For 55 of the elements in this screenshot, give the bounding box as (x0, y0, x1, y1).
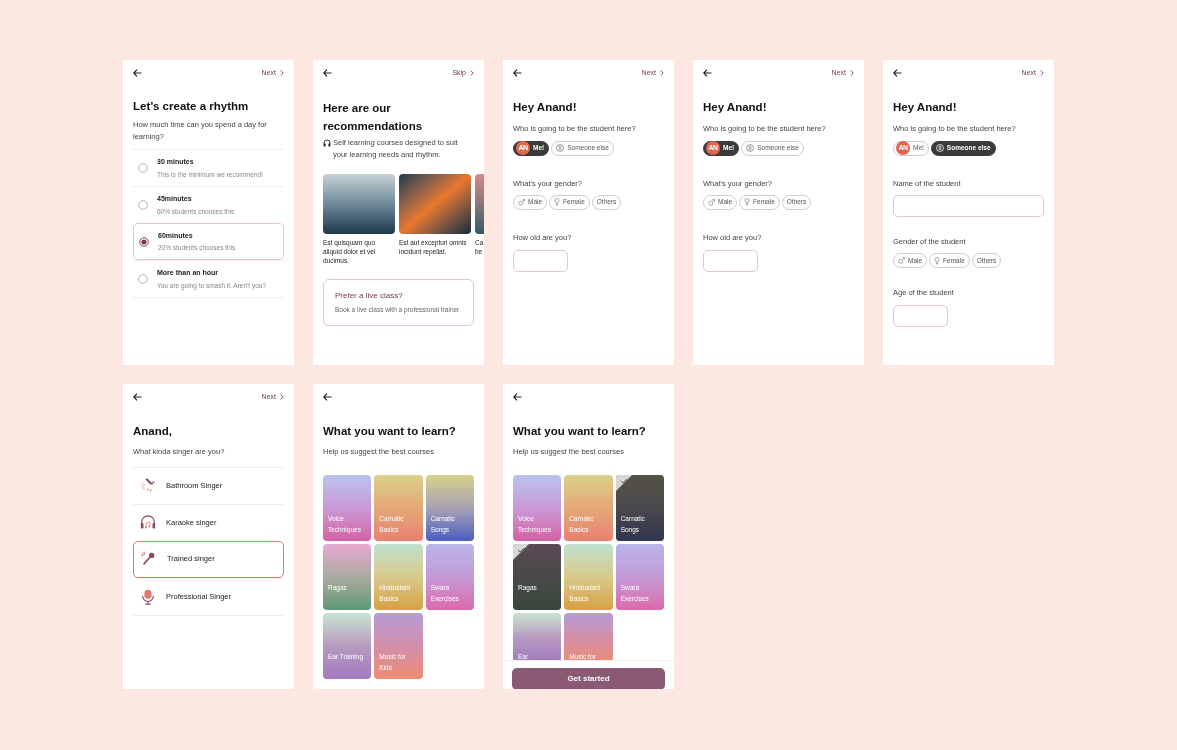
back-button[interactable] (513, 68, 523, 78)
age-field[interactable] (513, 250, 568, 272)
back-button[interactable] (133, 392, 143, 402)
female-symbol-icon (554, 198, 561, 207)
radio-icon (138, 163, 148, 174)
check-corner-icon (615, 474, 632, 491)
female-symbol-icon (934, 256, 941, 265)
age-field[interactable] (703, 250, 758, 272)
name-field[interactable] (893, 194, 1044, 217)
headphones-icon (323, 139, 331, 147)
back-button[interactable] (703, 68, 713, 78)
screen-title: Let’s create a rhythm (133, 99, 250, 114)
back-button[interactable] (323, 68, 333, 78)
female-symbol-icon (744, 198, 751, 207)
back-arrow-icon (323, 393, 332, 401)
check-corner-icon (513, 543, 529, 560)
radio-icon (138, 200, 148, 211)
screen-title: Hey Anand! (703, 100, 768, 115)
studio-microphone-icon (139, 587, 157, 606)
card-title: Prefer a live class? (335, 290, 404, 302)
back-arrow-icon (893, 69, 902, 77)
radio-icon (138, 274, 148, 285)
back-arrow-icon (133, 69, 142, 77)
chevron-right-icon (1040, 70, 1044, 76)
back-arrow-icon (323, 69, 332, 77)
chevron-right-icon (280, 70, 284, 76)
screen-title: Hey Anand! (893, 100, 958, 115)
chevron-right-icon (660, 70, 664, 76)
screen-title: Here are our recommendations (323, 101, 424, 134)
back-button[interactable] (133, 68, 143, 78)
chevron-right-icon (850, 70, 854, 76)
male-symbol-icon (518, 198, 525, 206)
back-arrow-icon (513, 393, 522, 401)
chevron-right-icon (470, 70, 474, 76)
back-button[interactable] (323, 392, 333, 402)
back-arrow-icon (513, 69, 522, 77)
back-arrow-icon (703, 69, 712, 77)
person-circle-icon (556, 144, 565, 152)
screen-title: What you want to learn? (323, 424, 457, 439)
screen-title: What you want to learn? (513, 424, 647, 439)
back-arrow-icon (133, 393, 142, 401)
radio-selected-icon (139, 236, 149, 247)
get-started-button[interactable]: Get started (512, 668, 665, 689)
back-button[interactable] (893, 68, 903, 78)
chevron-right-icon (280, 394, 284, 400)
person-circle-icon (935, 144, 944, 152)
photo-placeholder[interactable] (399, 174, 471, 234)
photo-placeholder[interactable] (323, 174, 395, 234)
male-symbol-icon (708, 198, 715, 206)
person-circle-icon (746, 144, 755, 152)
age-field[interactable] (893, 305, 948, 328)
screen-title: Hey Anand! (513, 100, 578, 115)
screen-title: Anand, (133, 424, 173, 439)
male-symbol-icon (898, 257, 905, 264)
back-button[interactable] (513, 392, 523, 402)
